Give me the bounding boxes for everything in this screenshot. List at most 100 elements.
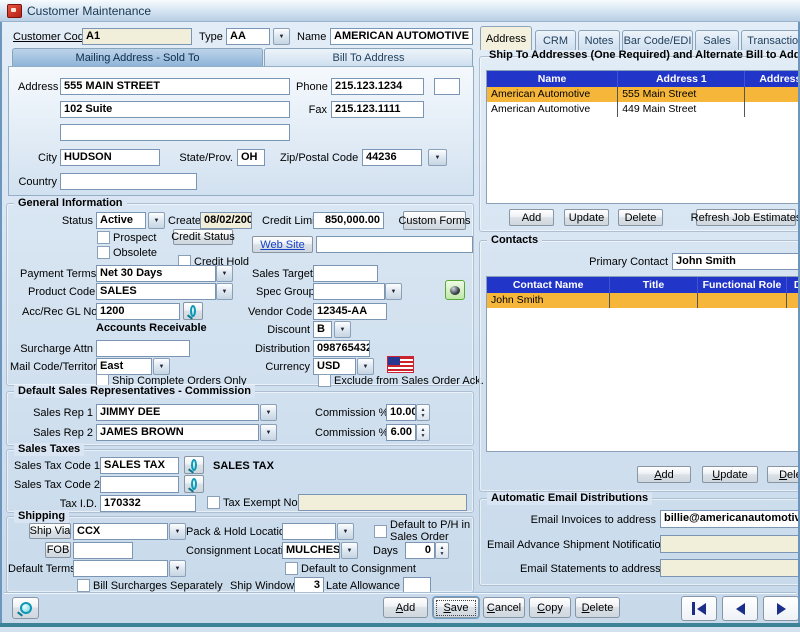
- custom-forms-button[interactable]: Custom Forms: [403, 211, 466, 230]
- country-field[interactable]: [60, 173, 197, 190]
- webcam-orb-button[interactable]: [445, 280, 465, 300]
- days-field[interactable]: 0: [405, 542, 435, 559]
- discount-dropdown-icon[interactable]: [334, 321, 351, 338]
- delete-button[interactable]: Delete: [575, 597, 620, 618]
- customer-name-field[interactable]: AMERICAN AUTOMOTIVE: [330, 28, 473, 45]
- status-field[interactable]: Active: [96, 212, 146, 229]
- obsolete-checkbox[interactable]: [97, 246, 110, 259]
- nav-first-button[interactable]: [681, 596, 717, 621]
- spec-group-field[interactable]: [313, 283, 385, 300]
- contacts-delete-button[interactable]: Delete: [767, 466, 800, 483]
- tab-crm[interactable]: CRM: [535, 30, 576, 50]
- nav-previous-button[interactable]: [722, 596, 758, 621]
- contacts-update-button[interactable]: Update: [702, 466, 758, 483]
- payment-terms-dropdown-icon[interactable]: [216, 265, 233, 282]
- default-terms-field[interactable]: [73, 560, 168, 577]
- commission1-spinner-icon[interactable]: [416, 404, 430, 421]
- sales-rep2-dropdown-icon[interactable]: [260, 424, 277, 441]
- tax-code1-field[interactable]: SALES TAX: [100, 457, 179, 474]
- days-spinner-icon[interactable]: [435, 542, 449, 559]
- address3-field[interactable]: [60, 124, 290, 141]
- zip-field[interactable]: 44236: [362, 149, 422, 166]
- vendor-code-field[interactable]: 12345-AA: [313, 303, 387, 320]
- customer-code-field[interactable]: A1: [82, 28, 192, 45]
- fob-button[interactable]: FOB: [45, 542, 71, 558]
- consignment-field[interactable]: MULCHES: [282, 542, 340, 559]
- cancel-button[interactable]: Cancel: [483, 597, 525, 618]
- commission1-field[interactable]: 10.00: [386, 404, 416, 421]
- commission2-spinner-icon[interactable]: [416, 424, 430, 441]
- payment-terms-field[interactable]: Net 30 Days: [96, 265, 216, 282]
- tab-address[interactable]: Address: [480, 26, 532, 50]
- copy-button[interactable]: Copy: [529, 597, 571, 618]
- type-dropdown-icon[interactable]: [273, 28, 290, 45]
- save-button[interactable]: Save: [433, 597, 479, 618]
- commission2-field[interactable]: 6.00: [386, 424, 416, 441]
- tab-transactions[interactable]: Transactions: [741, 30, 800, 50]
- accrec-search-button[interactable]: [183, 302, 203, 320]
- default-consignment-checkbox[interactable]: [285, 562, 298, 575]
- ship-to-grid[interactable]: Name Address 1 Address 2 American Automo…: [486, 70, 800, 204]
- accrec-field[interactable]: 1200: [96, 303, 180, 320]
- tab-barcode-edi[interactable]: Bar Code/EDI: [622, 30, 693, 50]
- customer-code-label[interactable]: Customer Code: [13, 31, 90, 44]
- fax-field[interactable]: 215.123.1111: [331, 101, 424, 118]
- tax-exempt-checkbox[interactable]: [207, 496, 220, 509]
- bottom-search-button[interactable]: [12, 597, 39, 619]
- mail-code-dropdown-icon[interactable]: [153, 358, 170, 375]
- ship-to-add-button[interactable]: Add: [509, 209, 554, 226]
- state-field[interactable]: OH: [237, 149, 265, 166]
- primary-contact-field[interactable]: John Smith: [672, 253, 800, 270]
- ship-to-delete-button[interactable]: Delete: [618, 209, 663, 226]
- distribution-field[interactable]: 098765432: [313, 340, 370, 357]
- tax-id-field[interactable]: 170332: [100, 495, 196, 512]
- prospect-checkbox[interactable]: [97, 231, 110, 244]
- surcharge-field[interactable]: [96, 340, 190, 357]
- mail-code-field[interactable]: East: [96, 358, 152, 375]
- tab-bill-to-address[interactable]: Bill To Address: [264, 48, 473, 66]
- ship-to-row[interactable]: American Automotive 449 Main Street: [487, 102, 800, 117]
- address1-field[interactable]: 555 MAIN STREET: [60, 78, 290, 95]
- type-field[interactable]: AA: [226, 28, 270, 45]
- tab-mailing-address[interactable]: Mailing Address - Sold To: [12, 48, 263, 66]
- tab-notes[interactable]: Notes: [578, 30, 620, 50]
- address2-field[interactable]: 102 Suite: [60, 101, 290, 118]
- sales-rep1-dropdown-icon[interactable]: [260, 404, 277, 421]
- sales-target-field[interactable]: [313, 265, 378, 282]
- contacts-grid[interactable]: Contact Name Title Functional Role Dear …: [486, 276, 800, 452]
- contact-row-selected[interactable]: John Smith: [487, 293, 800, 308]
- contacts-add-button[interactable]: Add: [637, 466, 691, 483]
- ship-via-dropdown-icon[interactable]: [169, 523, 186, 540]
- default-terms-dropdown-icon[interactable]: [169, 560, 186, 577]
- product-code-field[interactable]: SALES: [96, 283, 216, 300]
- phone-field[interactable]: 215.123.1234: [331, 78, 424, 95]
- sales-rep2-field[interactable]: JAMES BROWN: [96, 424, 259, 441]
- credit-status-button[interactable]: Credit Status: [173, 229, 233, 245]
- email-invoices-field[interactable]: billie@americanautomotive.com: [660, 510, 800, 528]
- pack-hold-field[interactable]: [282, 523, 336, 540]
- ship-via-field[interactable]: CCX: [73, 523, 168, 540]
- ship-via-button[interactable]: Ship Via: [29, 523, 71, 539]
- bill-surcharges-checkbox[interactable]: [77, 579, 90, 592]
- product-code-dropdown-icon[interactable]: [216, 283, 233, 300]
- fob-field[interactable]: [73, 542, 133, 559]
- status-dropdown-icon[interactable]: [148, 212, 165, 229]
- ship-to-row-selected[interactable]: American Automotive 555 Main Street: [487, 87, 800, 102]
- consignment-dropdown-icon[interactable]: [341, 542, 358, 559]
- phone-ext-field[interactable]: [434, 78, 460, 95]
- refresh-job-estimates-button[interactable]: Refresh Job Estimates: [696, 209, 796, 226]
- discount-field[interactable]: B: [313, 321, 332, 338]
- pack-hold-dropdown-icon[interactable]: [337, 523, 354, 540]
- add-button[interactable]: Add: [383, 597, 428, 618]
- tax-code2-search-button[interactable]: [184, 475, 204, 493]
- ship-to-update-button[interactable]: Update: [564, 209, 609, 226]
- tax-code2-field[interactable]: [100, 476, 179, 493]
- credit-limit-field[interactable]: 850,000.00: [313, 212, 384, 229]
- web-site-button[interactable]: Web Site: [252, 236, 313, 253]
- tax-code1-search-button[interactable]: [184, 456, 204, 474]
- sales-rep1-field[interactable]: JIMMY DEE: [96, 404, 259, 421]
- tab-sales[interactable]: Sales: [695, 30, 739, 50]
- nav-next-button[interactable]: [763, 596, 799, 621]
- web-site-field[interactable]: [316, 236, 473, 253]
- currency-field[interactable]: USD: [313, 358, 356, 375]
